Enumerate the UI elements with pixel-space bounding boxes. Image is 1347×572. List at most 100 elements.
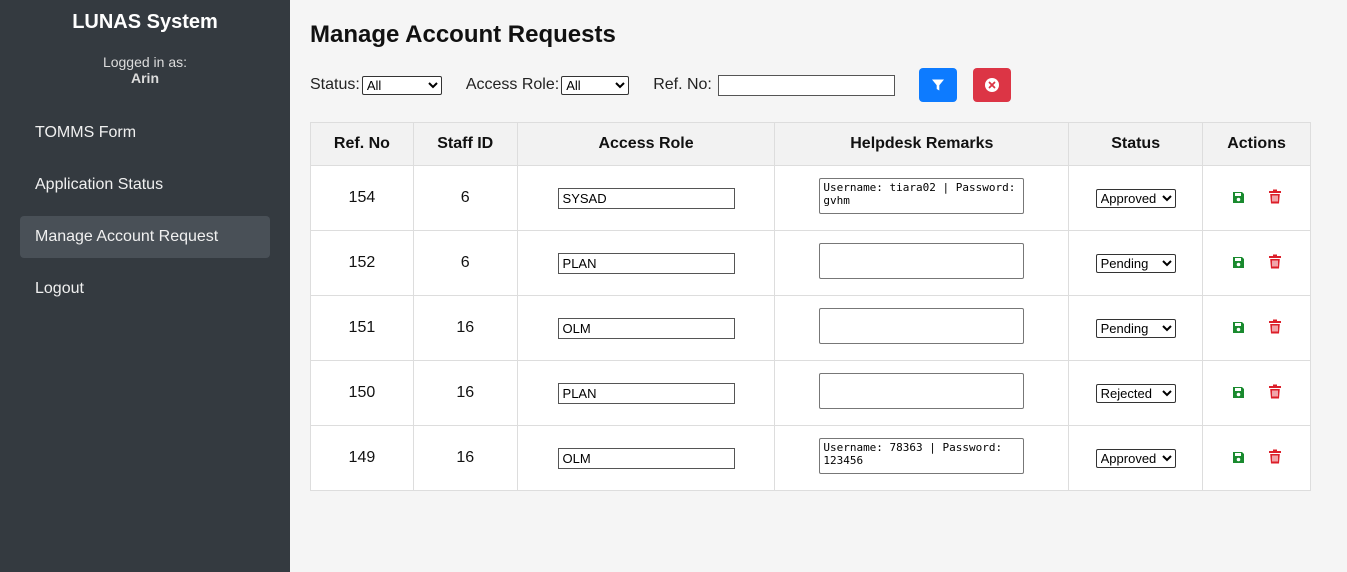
logged-in-label: Logged in as: xyxy=(102,54,188,70)
status-filter-label: Status: xyxy=(310,76,360,93)
helpdesk-remarks-textarea[interactable] xyxy=(819,242,1025,279)
remarks-cell xyxy=(774,360,1070,426)
access-role-cell xyxy=(516,165,776,231)
ref-no-cell: 151 xyxy=(310,295,414,361)
floppy-disk-icon xyxy=(1232,387,1244,399)
sidebar-item-manage-account-request[interactable]: Manage Account Request xyxy=(20,216,270,258)
staff-id-cell: 16 xyxy=(412,295,518,361)
save-button[interactable] xyxy=(1228,188,1248,208)
filter-button[interactable] xyxy=(918,68,957,102)
access-role-input[interactable] xyxy=(557,447,735,469)
logged-in-user: Arin xyxy=(131,70,159,86)
header-staff-id: Staff ID xyxy=(412,122,518,166)
actions-cell xyxy=(1202,230,1311,296)
ref-no-cell: 150 xyxy=(310,360,414,426)
role-filter-label: Access Role: xyxy=(465,76,560,93)
staff-id-cell: 6 xyxy=(412,165,518,231)
status-cell: Approved xyxy=(1068,165,1204,231)
sidebar-item-tomms-form[interactable]: TOMMS Form xyxy=(20,112,270,154)
actions-cell xyxy=(1202,295,1311,361)
table-row: 149 16 Username: 78363 | Password: 12345… xyxy=(310,425,1311,491)
clear-filter-button[interactable] xyxy=(972,68,1011,102)
table-row: 150 16 Rejected xyxy=(310,360,1311,426)
access-role-cell xyxy=(516,230,776,296)
staff-id-cell: 16 xyxy=(412,425,518,491)
helpdesk-remarks-textarea[interactable]: Username: 78363 | Password: 123456 xyxy=(819,437,1025,474)
role-filter-select[interactable]: All xyxy=(561,75,630,95)
access-role-input[interactable] xyxy=(557,252,735,274)
save-button[interactable] xyxy=(1228,253,1248,273)
trash-icon xyxy=(1268,449,1281,464)
staff-id-cell: 6 xyxy=(412,230,518,296)
main-content: Manage Account Requests Status: All Acce… xyxy=(310,0,1311,491)
remarks-cell xyxy=(774,295,1070,361)
helpdesk-remarks-textarea[interactable]: Username: tiara02 | Password: gvhm xyxy=(819,177,1025,214)
access-role-input[interactable] xyxy=(557,187,735,209)
access-role-cell xyxy=(516,360,776,426)
ref-no-cell: 152 xyxy=(310,230,414,296)
access-role-input[interactable] xyxy=(557,382,735,404)
status-select[interactable]: Pending xyxy=(1095,253,1176,273)
access-role-input[interactable] xyxy=(557,317,735,339)
delete-button[interactable] xyxy=(1265,382,1285,402)
page-title: Manage Account Requests xyxy=(310,21,616,48)
ref-no-cell: 154 xyxy=(310,165,414,231)
trash-icon xyxy=(1268,189,1281,204)
access-role-cell xyxy=(516,295,776,361)
sidebar-nav: TOMMS Form Application Status Manage Acc… xyxy=(0,112,290,310)
actions-cell xyxy=(1202,360,1311,426)
status-select[interactable]: Approved xyxy=(1095,188,1176,208)
sidebar-item-logout[interactable]: Logout xyxy=(20,268,270,310)
table-row: 152 6 Pending xyxy=(310,230,1311,296)
delete-button[interactable] xyxy=(1265,252,1285,272)
table-header-row: Ref. No Staff ID Access Role Helpdesk Re… xyxy=(310,122,1311,166)
save-button[interactable] xyxy=(1228,318,1248,338)
sidebar: LUNAS System Logged in as: Arin TOMMS Fo… xyxy=(0,0,290,572)
status-cell: Pending xyxy=(1068,230,1204,296)
status-cell: Rejected xyxy=(1068,360,1204,426)
status-cell: Pending xyxy=(1068,295,1204,361)
delete-button[interactable] xyxy=(1265,317,1285,337)
status-filter-select[interactable]: All xyxy=(361,75,442,95)
save-button[interactable] xyxy=(1228,448,1248,468)
status-select[interactable]: Pending xyxy=(1095,318,1176,338)
table-row: 151 16 Pending xyxy=(310,295,1311,361)
helpdesk-remarks-textarea[interactable] xyxy=(819,372,1025,409)
header-status: Status xyxy=(1068,122,1204,166)
status-select[interactable]: Rejected xyxy=(1095,383,1176,403)
sidebar-item-application-status[interactable]: Application Status xyxy=(20,164,270,206)
requests-table: Ref. No Staff ID Access Role Helpdesk Re… xyxy=(310,122,1311,491)
trash-icon xyxy=(1268,319,1281,334)
brand-title: LUNAS System xyxy=(72,11,218,33)
floppy-disk-icon xyxy=(1232,257,1244,269)
floppy-disk-icon xyxy=(1232,192,1244,204)
remarks-cell: Username: 78363 | Password: 123456 xyxy=(774,425,1070,491)
login-info: Logged in as: Arin xyxy=(0,54,290,86)
staff-id-cell: 16 xyxy=(412,360,518,426)
floppy-disk-icon xyxy=(1232,452,1244,464)
filter-bar: Status: All Access Role: All Ref. No: xyxy=(310,68,1311,102)
status-select[interactable]: Approved xyxy=(1095,448,1176,468)
delete-button[interactable] xyxy=(1265,447,1285,467)
save-button[interactable] xyxy=(1228,383,1248,403)
header-helpdesk-remarks: Helpdesk Remarks xyxy=(774,122,1070,166)
floppy-disk-icon xyxy=(1232,322,1244,334)
table-row: 154 6 Username: tiara02 | Password: gvhm… xyxy=(310,165,1311,231)
requests-table-body: 154 6 Username: tiara02 | Password: gvhm… xyxy=(310,165,1311,491)
ref-filter-input[interactable] xyxy=(717,74,895,96)
header-access-role: Access Role xyxy=(516,122,776,166)
funnel-icon xyxy=(931,79,944,91)
actions-cell xyxy=(1202,425,1311,491)
remarks-cell xyxy=(774,230,1070,296)
header-actions: Actions xyxy=(1202,122,1311,166)
status-cell: Approved xyxy=(1068,425,1204,491)
trash-icon xyxy=(1268,384,1281,399)
remarks-cell: Username: tiara02 | Password: gvhm xyxy=(774,165,1070,231)
actions-cell xyxy=(1202,165,1311,231)
delete-button[interactable] xyxy=(1265,187,1285,207)
helpdesk-remarks-textarea[interactable] xyxy=(819,307,1025,344)
x-circle-icon xyxy=(984,78,999,92)
trash-icon xyxy=(1268,254,1281,269)
header-ref-no: Ref. No xyxy=(310,122,414,166)
ref-no-cell: 149 xyxy=(310,425,414,491)
